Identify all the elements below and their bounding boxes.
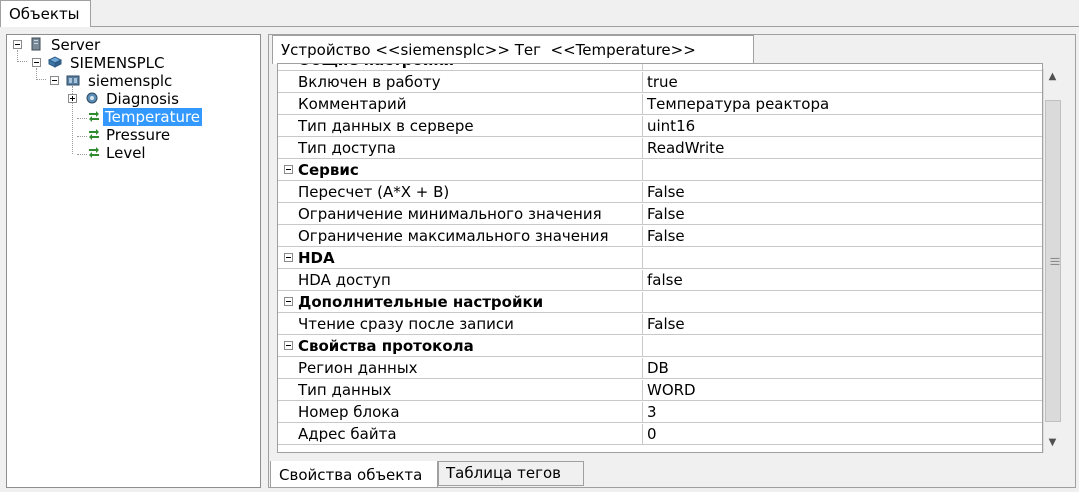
- category-label: Свойства протокола: [298, 336, 643, 357]
- tree-item-server[interactable]: Server: [51, 36, 100, 54]
- tree-line: [77, 154, 87, 155]
- plc-group-icon: [48, 56, 62, 68]
- vertical-scrollbar[interactable]: ▲ — — — ▼: [1043, 69, 1061, 453]
- collapse-toggle-icon[interactable]: [32, 58, 41, 67]
- collapse-toggle-icon[interactable]: [50, 76, 59, 85]
- property-name: HDA доступ: [298, 270, 643, 291]
- tree-item-diagnosis[interactable]: Diagnosis: [106, 90, 179, 108]
- property-row[interactable]: Чтение сразу после записи False: [278, 313, 1042, 335]
- category-row[interactable]: HDA: [278, 247, 1042, 269]
- property-name: Ограничение максимального значения: [298, 226, 643, 247]
- tree-line: [36, 79, 46, 80]
- property-name: Тип данных в сервере: [298, 116, 643, 137]
- tree-line: [17, 61, 27, 62]
- category-row[interactable]: Свойства протокола: [278, 335, 1042, 357]
- property-value[interactable]: False: [647, 182, 685, 203]
- property-name: Включен в работу: [298, 72, 643, 93]
- property-value[interactable]: ReadWrite: [647, 138, 724, 159]
- collapse-toggle-icon[interactable]: [284, 253, 293, 262]
- tag-icon: [89, 129, 99, 140]
- tree-line: [17, 50, 18, 60]
- tab-device-tag[interactable]: Устройство <<siemensplc>> Тег <<Temperat…: [272, 35, 754, 64]
- scroll-down-arrow-icon[interactable]: ▼: [1044, 435, 1061, 451]
- scrollbar-thumb[interactable]: — — —: [1045, 100, 1061, 422]
- property-name: Комментарий: [298, 94, 643, 115]
- collapse-toggle-icon[interactable]: [13, 40, 22, 49]
- property-name: Чтение сразу после записи: [298, 314, 643, 335]
- property-row[interactable]: Комментарий Температура реактора: [278, 93, 1042, 115]
- property-row[interactable]: Ограничение максимального значения False: [278, 225, 1042, 247]
- tab-object-properties[interactable]: Свойства объекта: [270, 461, 438, 488]
- category-label: Сервис: [298, 160, 643, 181]
- property-name: Адрес байта: [298, 424, 643, 445]
- tag-icon: [89, 111, 99, 122]
- property-value[interactable]: False: [647, 226, 685, 247]
- property-name: Тип доступа: [298, 138, 643, 159]
- property-row[interactable]: Тип данных WORD: [278, 379, 1042, 401]
- property-value[interactable]: uint16: [647, 116, 695, 137]
- tree-line: [36, 68, 37, 78]
- tree-item-temperature-label: Temperature: [103, 108, 203, 126]
- property-row[interactable]: Тип доступа ReadWrite: [278, 137, 1042, 159]
- tag-icon: [89, 147, 99, 158]
- property-grid[interactable]: Общие настройки Включен в работуtrueКомм…: [277, 63, 1043, 453]
- expand-toggle-icon[interactable]: [68, 94, 77, 103]
- category-row[interactable]: Сервис: [278, 159, 1042, 181]
- tree-item-siemensplc[interactable]: siemensplc: [88, 72, 172, 90]
- property-value[interactable]: Температура реактора: [647, 94, 829, 115]
- tab-objects-label: Объекты: [9, 5, 80, 23]
- category-row[interactable]: Дополнительные настройки: [278, 291, 1042, 313]
- property-value[interactable]: 0: [647, 424, 657, 445]
- property-value[interactable]: true: [647, 72, 678, 93]
- property-name: Ограничение минимального значения: [298, 204, 643, 225]
- tab-device-tag-label: Устройство <<siemensplc>> Тег <<Temperat…: [281, 41, 696, 59]
- property-row[interactable]: Ограничение минимального значения False: [278, 203, 1042, 225]
- collapse-toggle-icon[interactable]: [284, 297, 293, 306]
- diagnosis-icon: [86, 92, 98, 104]
- server-icon: [31, 37, 41, 51]
- property-name: Регион данных: [298, 358, 643, 379]
- tab-tag-table-label: Таблица тегов: [446, 464, 561, 482]
- category-label: Общие настройки: [298, 64, 643, 71]
- tab-tag-table[interactable]: Таблица тегов: [438, 461, 584, 486]
- property-value[interactable]: WORD: [647, 380, 696, 401]
- property-value[interactable]: False: [647, 204, 685, 225]
- property-row[interactable]: Адрес байта 0: [278, 423, 1042, 445]
- collapse-toggle-icon[interactable]: [284, 341, 293, 350]
- property-row[interactable]: HDA доступ false: [278, 269, 1042, 291]
- category-label: Дополнительные настройки: [298, 292, 643, 313]
- tab-objects[interactable]: Объекты: [0, 0, 91, 27]
- scroll-up-arrow-icon[interactable]: ▲: [1044, 69, 1061, 85]
- tree-item-siemensplc-group[interactable]: SIEMENSPLC: [70, 54, 164, 72]
- collapse-toggle-icon[interactable]: [284, 165, 293, 174]
- grip-icon: — — —: [1050, 253, 1060, 270]
- property-row[interactable]: Номер блока 3: [278, 401, 1042, 423]
- tree-item-temperature[interactable]: Temperature: [103, 108, 203, 126]
- property-name: Тип данных: [298, 380, 643, 401]
- tree-line: [77, 136, 87, 137]
- object-tree[interactable]: Server SIEMENSPLC siemensplc Diagnosis T…: [6, 34, 261, 488]
- tree-item-pressure[interactable]: Pressure: [106, 126, 170, 144]
- tab-object-properties-label: Свойства объекта: [279, 466, 423, 484]
- collapse-toggle-icon[interactable]: [284, 63, 293, 64]
- property-value[interactable]: DB: [647, 358, 669, 379]
- property-name: Пересчет (A*X + B): [298, 182, 643, 203]
- property-value[interactable]: 3: [647, 402, 657, 423]
- tree-line: [77, 118, 87, 119]
- category-label: HDA: [298, 248, 643, 269]
- property-value[interactable]: False: [647, 314, 685, 335]
- tab-strip-divider: [91, 26, 1079, 27]
- device-icon: [66, 75, 80, 86]
- category-row[interactable]: Общие настройки: [278, 63, 1042, 71]
- property-row[interactable]: Включен в работу true: [278, 71, 1042, 93]
- property-row[interactable]: Пересчет (A*X + B) False: [278, 181, 1042, 203]
- property-row[interactable]: Регион данных DB: [278, 357, 1042, 379]
- property-name: Номер блока: [298, 402, 643, 423]
- property-row[interactable]: Тип данных в сервере uint16: [278, 115, 1042, 137]
- property-value[interactable]: false: [647, 270, 683, 291]
- tree-item-level[interactable]: Level: [106, 144, 146, 162]
